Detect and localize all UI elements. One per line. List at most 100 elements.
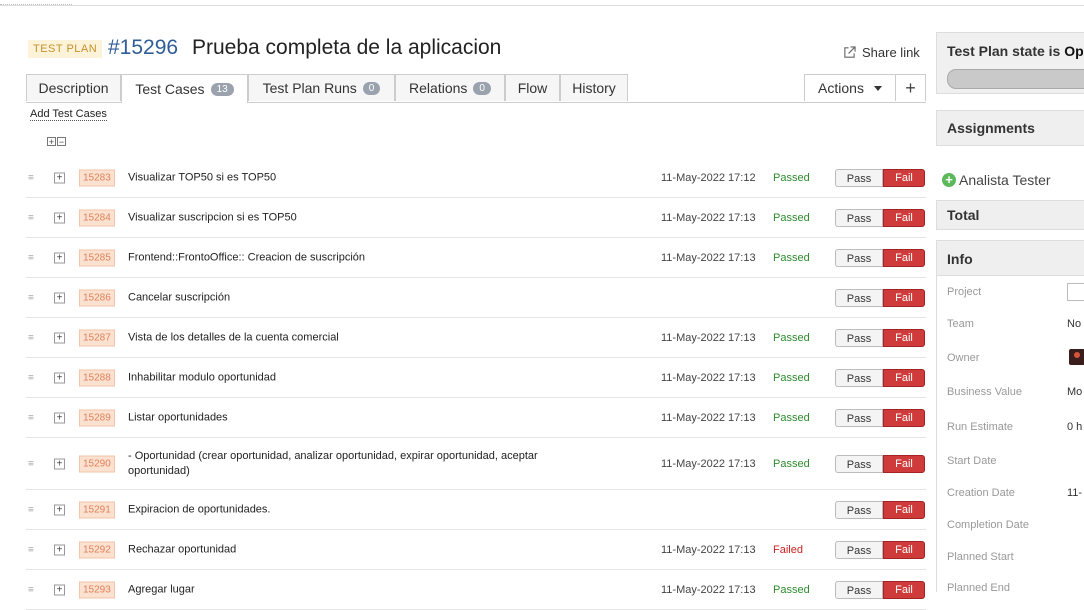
pass-button[interactable]: Pass	[835, 208, 883, 227]
actions-dropdown[interactable]: Actions	[804, 74, 896, 101]
drag-handle-icon[interactable]: ≡	[28, 504, 34, 515]
expand-row-icon[interactable]: +	[54, 544, 65, 555]
drag-handle-icon[interactable]: ≡	[28, 332, 34, 343]
drag-handle-icon[interactable]: ≡	[28, 252, 34, 263]
test-case-id[interactable]: 15283	[79, 169, 115, 186]
owner-avatar[interactable]	[1069, 349, 1084, 365]
pass-button[interactable]: Pass	[835, 248, 883, 267]
pass-button[interactable]: Pass	[835, 408, 883, 427]
test-case-name[interactable]: Vista de los detalles de la cuenta comer…	[128, 330, 598, 345]
pass-button[interactable]: Pass	[835, 328, 883, 347]
pass-button[interactable]: Pass	[835, 368, 883, 387]
expand-row-icon[interactable]: +	[54, 252, 65, 263]
tab-label: History	[572, 80, 616, 96]
test-case-row[interactable]: ≡ +15286 Cancelar suscripción Pass Fail	[26, 278, 926, 318]
tab-relations[interactable]: Relations 0	[395, 74, 505, 101]
test-case-id[interactable]: 15284	[79, 209, 115, 226]
drag-handle-icon[interactable]: ≡	[28, 372, 34, 383]
info-value-business-value[interactable]: Mo	[1067, 386, 1082, 398]
test-case-row[interactable]: ≡ +15287 Vista de los detalles de la cuent…	[26, 318, 926, 358]
fail-button[interactable]: Fail	[883, 208, 925, 227]
drag-handle-icon[interactable]: ≡	[28, 212, 34, 223]
expand-row-icon[interactable]: +	[54, 292, 65, 303]
expand-row-icon[interactable]: +	[54, 172, 65, 183]
expand-row-icon[interactable]: +	[54, 332, 65, 343]
test-case-row[interactable]: ≡ +15285 Frontend::FrontoOffice:: Creacion…	[26, 238, 926, 278]
test-case-id[interactable]: 15285	[79, 249, 115, 266]
fail-button[interactable]: Fail	[883, 248, 925, 267]
drag-handle-icon[interactable]: ≡	[28, 172, 34, 183]
test-case-row[interactable]: ≡ +15290 - Oportunidad (crear oportunidad,…	[26, 438, 926, 490]
fail-button[interactable]: Fail	[883, 580, 925, 599]
info-value-run-estimate[interactable]: 0 h	[1067, 421, 1082, 433]
drag-handle-icon[interactable]: ≡	[28, 458, 34, 469]
tab-test-cases[interactable]: Test Cases 13	[121, 74, 248, 103]
assignee-role[interactable]: + Analista Tester	[942, 172, 1051, 188]
test-case-name[interactable]: Visualizar suscripcion si es TOP50	[128, 210, 598, 225]
tab-flow[interactable]: Flow	[505, 74, 560, 101]
tab-history[interactable]: History	[560, 74, 628, 101]
test-case-id[interactable]: 15293	[79, 581, 115, 598]
expand-row-icon[interactable]: +	[54, 412, 65, 423]
fail-button[interactable]: Fail	[883, 368, 925, 387]
test-case-row[interactable]: ≡ +15283 Visualizar TOP50 si es TOP50 11-Ma…	[26, 158, 926, 198]
test-case-name[interactable]: Inhabilitar modulo oportunidad	[128, 370, 598, 385]
expand-row-icon[interactable]: +	[54, 372, 65, 383]
info-value-team[interactable]: No	[1067, 318, 1081, 330]
drag-handle-icon[interactable]: ≡	[28, 412, 34, 423]
test-case-name[interactable]: Agregar lugar	[128, 582, 598, 597]
test-case-row[interactable]: ≡ +15292 Rechazar oportunidad 11-May-2022 1…	[26, 530, 926, 570]
expand-row-icon[interactable]: +	[54, 504, 65, 515]
pass-button[interactable]: Pass	[835, 454, 883, 473]
fail-button[interactable]: Fail	[883, 328, 925, 347]
fail-button[interactable]: Fail	[883, 454, 925, 473]
state-progress-bar[interactable]	[947, 69, 1084, 89]
share-link-button[interactable]: Share link	[843, 45, 920, 60]
add-tab-button[interactable]: +	[895, 74, 926, 101]
test-case-name[interactable]: Rechazar oportunidad	[128, 542, 598, 557]
test-case-name[interactable]: Frontend::FrontoOffice:: Creacion de sus…	[128, 250, 598, 265]
test-case-name[interactable]: Cancelar suscripción	[128, 290, 598, 305]
drag-handle-icon[interactable]: ≡	[28, 584, 34, 595]
project-selector[interactable]	[1067, 283, 1084, 301]
fail-button[interactable]: Fail	[883, 408, 925, 427]
test-case-id[interactable]: 15290	[79, 455, 115, 472]
test-case-id[interactable]: 15289	[79, 409, 115, 426]
drag-handle-icon[interactable]: ≡	[28, 292, 34, 303]
test-case-id[interactable]: 15286	[79, 289, 115, 306]
page-title[interactable]: Prueba completa de la aplicacion	[192, 36, 501, 60]
test-case-id[interactable]: 15288	[79, 369, 115, 386]
expand-row-icon[interactable]: +	[54, 584, 65, 595]
test-case-name[interactable]: Visualizar TOP50 si es TOP50	[128, 170, 598, 185]
fail-button[interactable]: Fail	[883, 288, 925, 307]
pass-button[interactable]: Pass	[835, 500, 883, 519]
tab-description[interactable]: Description	[26, 74, 121, 101]
test-case-row[interactable]: ≡ +15293 Agregar lugar 11-May-2022 17:13 Pas…	[26, 570, 926, 610]
test-case-id[interactable]: 15287	[79, 329, 115, 346]
test-case-row[interactable]: ≡ +15291 Expiracion de oportunidades. Pass F…	[26, 490, 926, 530]
add-test-cases-link[interactable]: Add Test Cases	[30, 108, 107, 121]
test-case-name[interactable]: - Oportunidad (crear oportunidad, analiz…	[128, 449, 598, 479]
test-case-name[interactable]: Listar oportunidades	[128, 410, 598, 425]
fail-button[interactable]: Fail	[883, 500, 925, 519]
test-case-row[interactable]: ≡ +15284 Visualizar suscripcion si es TOP5…	[26, 198, 926, 238]
expand-all-icon[interactable]: +	[47, 137, 56, 147]
test-case-row[interactable]: ≡ +15288 Inhabilitar modulo oportunidad 11-…	[26, 358, 926, 398]
fail-button[interactable]: Fail	[883, 540, 925, 559]
expand-row-icon[interactable]: +	[54, 212, 65, 223]
tab-test-plan-runs[interactable]: Test Plan Runs 0	[248, 74, 395, 101]
pass-button[interactable]: Pass	[835, 580, 883, 599]
pass-button[interactable]: Pass	[835, 168, 883, 187]
add-assignee-icon[interactable]: +	[942, 173, 956, 187]
test-case-id[interactable]: 15292	[79, 541, 115, 558]
tab-count-badge: 13	[210, 82, 234, 96]
test-case-id[interactable]: 15291	[79, 501, 115, 518]
expand-row-icon[interactable]: +	[54, 458, 65, 469]
pass-button[interactable]: Pass	[835, 288, 883, 307]
test-case-name[interactable]: Expiracion de oportunidades.	[128, 502, 598, 517]
drag-handle-icon[interactable]: ≡	[28, 544, 34, 555]
fail-button[interactable]: Fail	[883, 168, 925, 187]
test-case-row[interactable]: ≡ +15289 Listar oportunidades 11-May-2022 1…	[26, 398, 926, 438]
pass-button[interactable]: Pass	[835, 540, 883, 559]
collapse-all-icon[interactable]: −	[57, 137, 66, 147]
